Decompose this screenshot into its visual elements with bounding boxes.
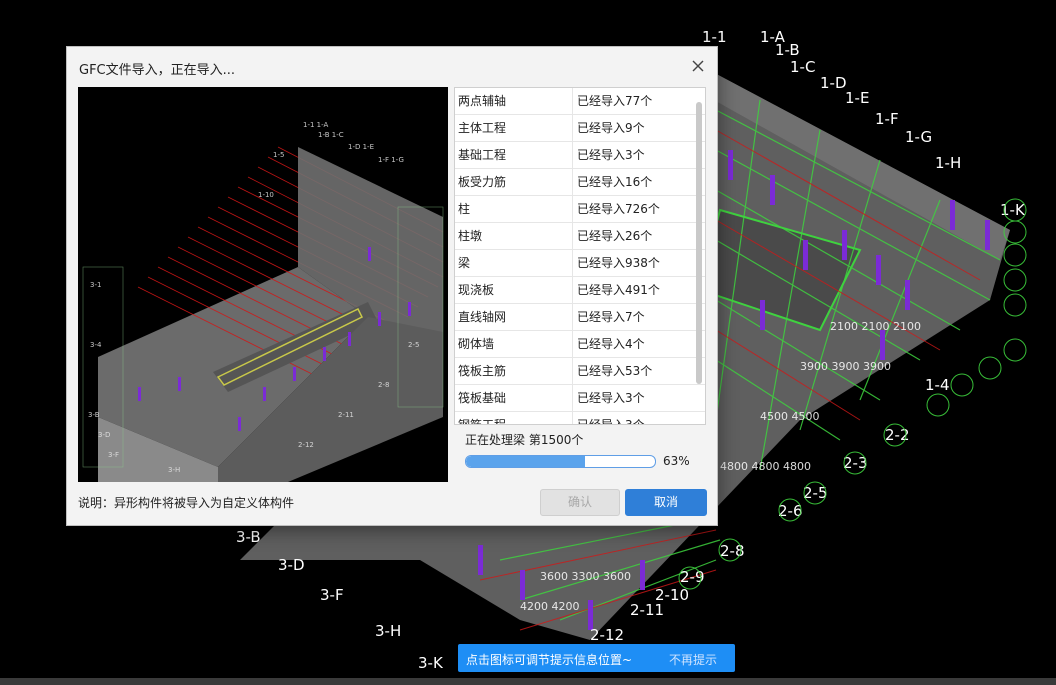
model-preview: 1-1 1-A 1-B 1-C 1-D 1-E 1-F 1-G 1-5 1-10 3-…: [78, 87, 448, 482]
axis-label: 2-11: [630, 601, 664, 619]
list-item: 柱已经导入726个: [455, 196, 705, 223]
svg-text:4200 4200: 4200 4200: [520, 600, 580, 613]
svg-text:4800 4800 4800: 4800 4800 4800: [720, 460, 811, 473]
svg-text:1-B 1-C: 1-B 1-C: [318, 131, 344, 139]
progress-fill: [466, 456, 586, 467]
svg-text:2-12: 2-12: [298, 441, 314, 449]
axis-label: 3-K: [418, 654, 444, 672]
svg-text:3-B: 3-B: [88, 411, 100, 419]
confirm-button[interactable]: 确认: [540, 489, 620, 516]
axis-label: 3-B: [236, 528, 261, 546]
axis-label: 1-1: [702, 28, 727, 46]
list-item: 板受力筋 已经导入16个: [455, 169, 705, 196]
axis-label: 3-F: [320, 586, 344, 604]
svg-text:3600 3300 3600: 3600 3300 3600: [540, 570, 631, 583]
svg-text:3-1: 3-1: [90, 281, 101, 289]
svg-text:3-F: 3-F: [108, 451, 119, 459]
import-dialog: GFC文件导入，正在导入... 1-1 1-A 1-B 1-C 1-D 1-E …: [66, 46, 718, 526]
axis-label: 1-G: [905, 128, 932, 146]
svg-text:3900 3900 3900: 3900 3900 3900: [800, 360, 891, 373]
svg-text:1-D 1-E: 1-D 1-E: [348, 143, 374, 151]
svg-text:2-8: 2-8: [378, 381, 389, 389]
svg-text:2-5: 2-5: [408, 341, 419, 349]
svg-text:3-D: 3-D: [98, 431, 110, 439]
svg-text:2100 2100 2100: 2100 2100 2100: [830, 320, 921, 333]
axis-label: 1-C: [790, 58, 815, 76]
axis-label: 2-12: [590, 626, 624, 644]
axis-label: 1-F: [875, 110, 899, 128]
svg-text:2-11: 2-11: [338, 411, 354, 419]
svg-text:4500 4500: 4500 4500: [760, 410, 820, 423]
import-note: 说明：异形构件将被导入为自定义体构件: [78, 496, 295, 510]
axis-label: 1-4: [925, 376, 950, 394]
svg-text:1-1 1-A: 1-1 1-A: [303, 121, 328, 129]
progress-percent: 63%: [663, 454, 690, 468]
axis-label: 3-H: [375, 622, 401, 640]
processing-status: 正在处理梁 第1500个: [465, 433, 584, 447]
list-scrollbar[interactable]: [696, 102, 702, 384]
dialog-title: GFC文件导入，正在导入...: [79, 63, 236, 78]
cancel-button[interactable]: 取消: [625, 489, 707, 516]
toast-message: 点击图标可调节提示信息位置~: [466, 653, 633, 667]
list-item: 砌体墙 已经导入4个: [455, 331, 705, 358]
svg-text:1-10: 1-10: [258, 191, 274, 199]
list-item: 钢筋工程 已经导入3个: [455, 412, 705, 424]
list-item: 筏板基础 已经导入3个: [455, 385, 705, 412]
axis-label: 1-B: [775, 41, 800, 59]
import-list[interactable]: 两点辅轴 已经导入77个 主体工程 已经导入9个 基础工程 已经导入3个 板受力筋 已经…: [454, 87, 706, 425]
list-item: 主体工程 已经导入9个: [455, 115, 705, 142]
list-item: 两点辅轴 已经导入77个: [455, 88, 705, 115]
axis-label: 3-D: [278, 556, 305, 574]
list-item: 梁已经导入938个: [455, 250, 705, 277]
axis-label: 1-D: [820, 74, 847, 92]
progress-bar: [465, 455, 656, 468]
preview-render: 1-1 1-A 1-B 1-C 1-D 1-E 1-F 1-G 1-5 1-10 3-…: [82, 121, 444, 482]
close-icon[interactable]: [689, 57, 707, 75]
svg-text:1-5: 1-5: [273, 151, 284, 159]
list-item: 柱墩 已经导入26个: [455, 223, 705, 250]
axis-label: 1-H: [935, 154, 961, 172]
svg-text:3-H: 3-H: [168, 466, 180, 474]
tip-toast[interactable]: 点击图标可调节提示信息位置~ 不再提示: [458, 644, 735, 672]
list-item: 现浇板 已经导入491个: [455, 277, 705, 304]
axis-label: 1-E: [845, 89, 869, 107]
bottom-status-bar: [0, 678, 1056, 685]
list-item: 直线轴网 已经导入7个: [455, 304, 705, 331]
list-item: 基础工程 已经导入3个: [455, 142, 705, 169]
list-item: 筏板主筋 已经导入53个: [455, 358, 705, 385]
svg-text:1-F 1-G: 1-F 1-G: [378, 156, 404, 164]
dont-show-again-link[interactable]: 不再提示: [669, 651, 717, 668]
svg-text:3-4: 3-4: [90, 341, 102, 349]
